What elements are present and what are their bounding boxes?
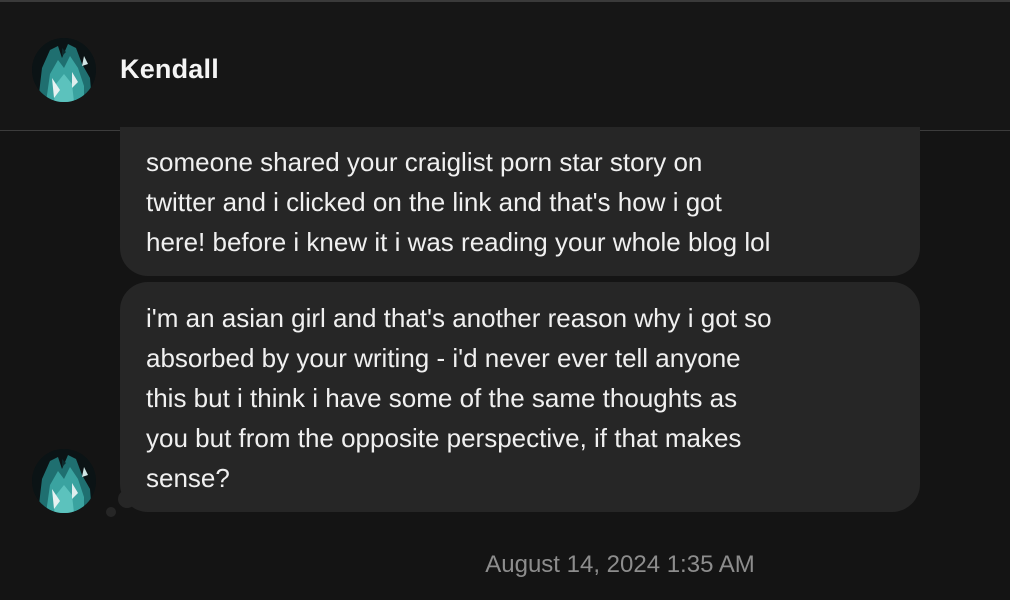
chat-header: Kendall — [0, 0, 1010, 131]
message-text-line: here! before i knew it i was reading you… — [146, 227, 771, 257]
message-text-line: absorbed by your writing - i'd never eve… — [146, 343, 741, 373]
chat-screen: Kendall someone shared your craiglist po… — [0, 0, 1010, 600]
message-bubble[interactable]: i'm an asian girl and that's another rea… — [120, 282, 920, 512]
message-text-line: sense? — [146, 463, 230, 493]
message-timestamp: August 14, 2024 1:35 AM — [485, 551, 755, 578]
message-text-line: you but from the opposite perspective, i… — [146, 423, 742, 453]
profile-photo-icon — [32, 449, 96, 513]
profile-photo-icon — [32, 38, 96, 102]
contact-name[interactable]: Kendall — [120, 54, 219, 85]
message-text-line: this but i think i have some of the same… — [146, 383, 738, 413]
sender-avatar[interactable] — [32, 449, 96, 513]
message-text-line: someone shared your craiglist porn star … — [146, 147, 703, 177]
message-bubble[interactable]: someone shared your craiglist porn star … — [120, 127, 920, 276]
message-text-line: i'm an asian girl and that's another rea… — [146, 303, 772, 333]
message-text-line: twitter and i clicked on the link and th… — [146, 187, 722, 217]
bubble-tail — [118, 490, 136, 508]
bubble-tail-dot — [106, 507, 116, 517]
contact-avatar[interactable] — [32, 38, 96, 102]
